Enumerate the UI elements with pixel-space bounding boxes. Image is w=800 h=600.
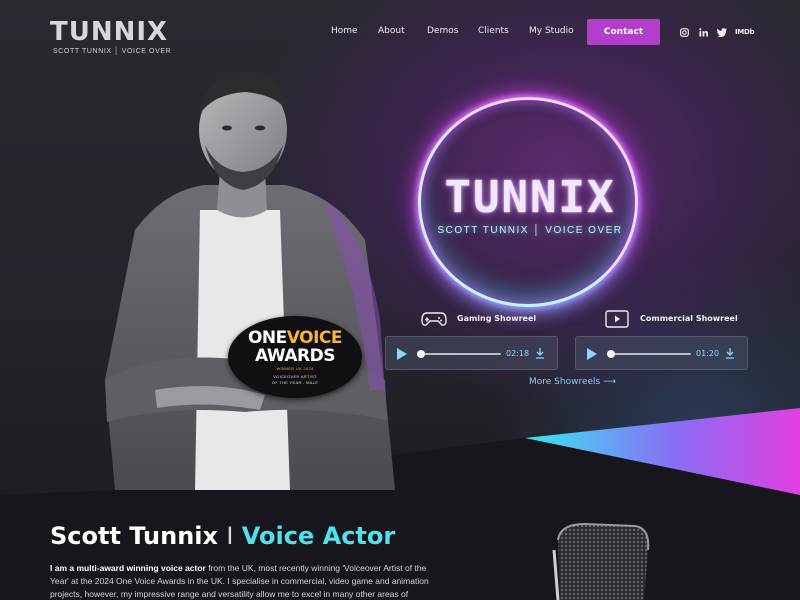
award-awards-text: AWARDS [255, 346, 335, 366]
title-name: Scott Tunnix [50, 522, 218, 550]
gaming-showreel-label: Gaming Showreel [457, 314, 537, 323]
title-role: Voice Actor [241, 522, 396, 550]
nav-my-studio[interactable]: My Studio [529, 26, 574, 36]
page-title: Scott Tunnix I Voice Actor [50, 522, 395, 550]
progress-track[interactable] [419, 353, 501, 355]
bio-highlight: I am a multi-award winning voice actor [50, 563, 206, 573]
portrait-image [105, 72, 395, 490]
bio-paragraph: I am a multi-award winning voice actor f… [50, 562, 445, 600]
more-showreels-link[interactable]: More Showreels ⟶ [529, 377, 616, 387]
progress-thumb[interactable] [607, 350, 615, 358]
progress-thumb[interactable] [417, 350, 425, 358]
gamepad-icon [421, 312, 447, 326]
neon-logo-title: TUNNIX [444, 172, 616, 223]
twitter-icon[interactable] [717, 26, 727, 38]
progress-track[interactable] [609, 353, 691, 355]
commercial-showreel-label: Commercial Showreel [640, 314, 738, 323]
award-winner-line: WINNER UK 2024 [276, 366, 314, 371]
download-icon[interactable] [535, 347, 545, 359]
award-one-text: ONE [247, 328, 287, 348]
play-icon[interactable] [397, 348, 407, 360]
award-category-line1: VOICEOVER ARTIST [273, 374, 317, 379]
award-voice-text: VOICE [286, 328, 343, 348]
imdb-icon[interactable]: IMDb [735, 26, 755, 38]
download-icon[interactable] [725, 347, 735, 359]
duration-label: 01:20 [696, 349, 720, 358]
linkedin-icon[interactable] [699, 26, 708, 38]
one-voice-awards-badge: ONEVOICE AWARDS WINNER UK 2024 VOICEOVER… [228, 316, 362, 398]
nav-clients[interactable]: Clients [478, 26, 509, 36]
logo-subtitle: SCOTT TUNNIX │ VOICE OVER [53, 48, 172, 55]
neon-logo-subtitle: SCOTT TUNNIX │ VOICE OVER [437, 225, 623, 236]
play-icon[interactable] [587, 348, 597, 360]
commercial-showreel-player: 01:20 [575, 336, 748, 370]
award-category-line2: OF THE YEAR - MALE [271, 380, 319, 385]
nav-demos[interactable]: Demos [427, 26, 458, 36]
video-play-icon [605, 310, 629, 328]
nav-home[interactable]: Home [331, 26, 358, 36]
duration-label: 02:18 [506, 349, 530, 358]
nav-about[interactable]: About [378, 26, 405, 36]
imdb-label: IMDb [735, 28, 755, 36]
contact-button[interactable]: Contact [587, 19, 660, 45]
title-separator: I [226, 522, 234, 550]
instagram-icon[interactable] [680, 26, 689, 38]
microphone-image [552, 522, 650, 600]
award-title: ONEVOICE [228, 328, 362, 348]
gaming-showreel-player: 02:18 [385, 336, 558, 370]
